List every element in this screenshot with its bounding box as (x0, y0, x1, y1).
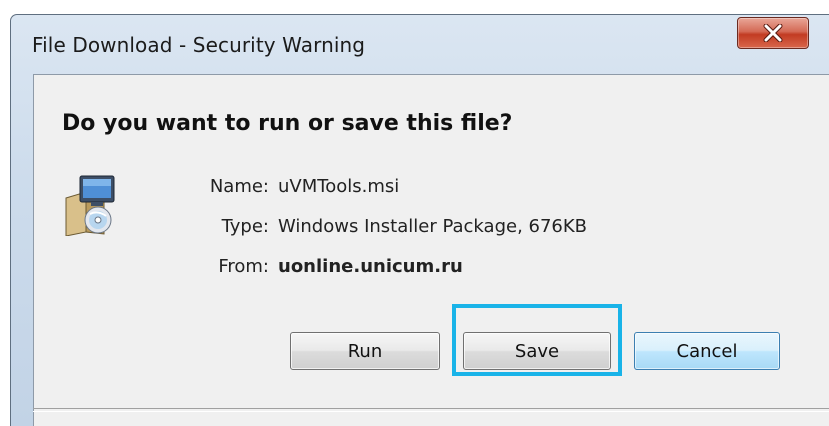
dialog-question: Do you want to run or save this file? (62, 111, 513, 136)
cancel-button[interactable]: Cancel (634, 332, 780, 370)
close-button[interactable] (737, 17, 809, 49)
type-value: Windows Installer Package, 676KB (278, 216, 588, 237)
name-value: uVMTools.msi (278, 176, 400, 197)
from-value: uonline.unicum.ru (278, 256, 463, 277)
save-button-highlight (452, 304, 622, 376)
close-x-icon (763, 24, 783, 42)
from-label: From: (218, 256, 269, 277)
installer-package-icon (65, 175, 115, 236)
window-title: File Download - Security Warning (32, 33, 366, 57)
dialog-separator (33, 408, 829, 412)
name-label: Name: (209, 176, 269, 197)
type-label: Type: (221, 216, 269, 237)
run-button[interactable]: Run (290, 332, 440, 370)
